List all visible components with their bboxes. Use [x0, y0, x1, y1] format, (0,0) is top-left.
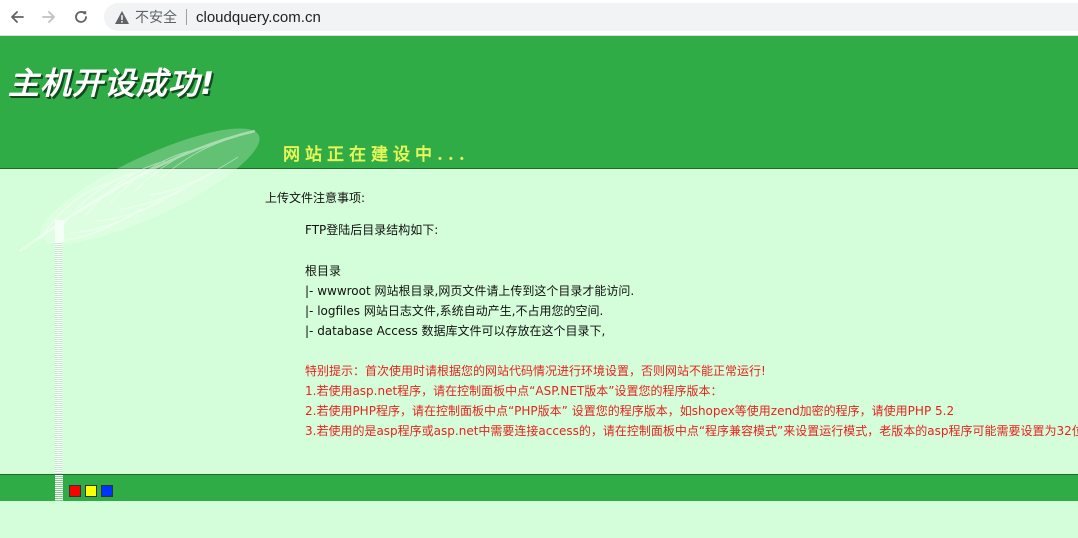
left-stripe-decoration: [55, 220, 63, 500]
back-button[interactable]: [6, 6, 28, 28]
warning-icon[interactable]: [113, 8, 131, 26]
blue-swatch: [101, 485, 113, 497]
omnibox-separator: [186, 9, 187, 25]
reload-icon: [75, 11, 87, 23]
ftp-intro: FTP登陆后目录结构如下:: [305, 223, 439, 237]
address-bar[interactable]: 不安全 cloudquery.com.cn: [104, 3, 1078, 31]
browser-toolbar: 不安全 cloudquery.com.cn: [0, 0, 1078, 36]
tip-aspnet: 1.若使用asp.net程序，请在控制面板中点“ASP.NET版本”设置您的程序…: [305, 384, 723, 398]
left-stripe-cap: [55, 220, 64, 242]
security-label[interactable]: 不安全: [135, 7, 177, 27]
page-content: 主机开设成功! 网站正在建设中... 上传文件注意事项: FTP登陆后目录结构如…: [0, 36, 1078, 538]
yellow-swatch: [85, 485, 97, 497]
leaf-decoration: [19, 128, 260, 253]
dir-database: |- database Access 数据库文件可以存放在这个目录下,: [305, 324, 606, 338]
footer-banner: [0, 474, 1078, 501]
back-arrow-icon: [11, 11, 24, 23]
red-swatch: [69, 485, 81, 497]
dir-logfiles: |- logfiles 网站日志文件,系统自动产生,不占用您的空间.: [305, 304, 604, 318]
tip-asp-access: 3.若使用的是asp程序或asp.net中需要连接access的，请在控制面板中…: [305, 424, 1078, 438]
reload-button[interactable]: [70, 6, 92, 28]
root-dir-label: 根目录: [305, 264, 342, 278]
tip-php: 2.若使用PHP程序，请在控制面板中点“PHP版本” 设置您的程序版本，如sho…: [305, 404, 955, 418]
footer-stripe-decoration: [55, 475, 63, 501]
forward-arrow-icon: [42, 11, 55, 23]
url-text[interactable]: cloudquery.com.cn: [196, 9, 321, 26]
tip-heading: 特别提示：首次使用时请根据您的网站代码情况进行环境设置，否则网站不能正常运行!: [305, 364, 766, 378]
construction-subtitle: 网站正在建设中...: [283, 145, 470, 165]
notes-heading: 上传文件注意事项:: [265, 191, 366, 205]
dir-wwwroot: |- wwwroot 网站根目录,网页文件请上传到这个目录才能访问.: [305, 284, 635, 298]
forward-button[interactable]: [38, 6, 60, 28]
